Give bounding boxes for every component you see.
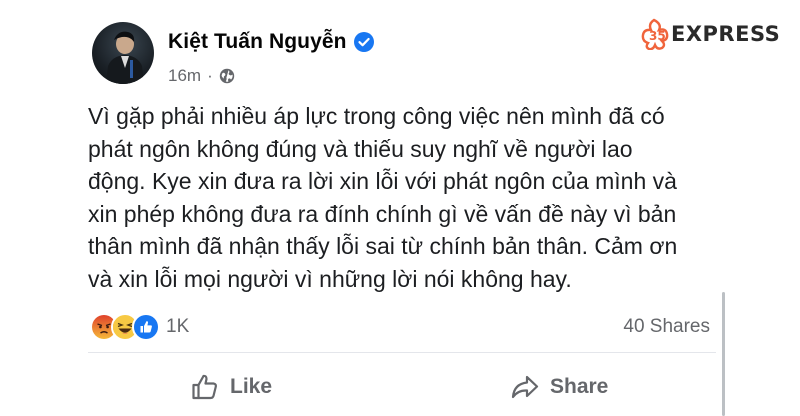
like-label: Like — [230, 375, 273, 398]
avatar[interactable] — [92, 22, 154, 84]
share-label: Share — [550, 375, 609, 398]
watermark-logo: 35 EXPRESS — [640, 18, 780, 50]
post-body-line: phát ngôn không đúng và thiếu suy nghĩ v… — [88, 135, 633, 162]
author-name[interactable]: Kiệt Tuấn Nguyễn — [168, 30, 347, 54]
post-timestamp[interactable]: 16m — [168, 66, 201, 86]
watermark-text: EXPRESS — [671, 22, 781, 46]
facebook-post: Kiệt Tuấn Nguyễn 16m · 35 EXPRESS Vì gặp… — [0, 0, 800, 416]
author-row: Kiệt Tuấn Nguyễn — [168, 30, 374, 54]
express-logo-icon: 35 — [641, 18, 669, 50]
share-arrow-icon — [511, 375, 539, 399]
reaction-summary[interactable]: 1K — [90, 313, 189, 341]
share-count[interactable]: 40 Shares — [623, 316, 710, 338]
svg-text:35: 35 — [649, 29, 666, 43]
globe-icon[interactable] — [219, 68, 235, 84]
like-button[interactable]: Like — [190, 372, 272, 402]
post-body-line: xin phép không đưa ra đính chính gì về v… — [88, 200, 677, 227]
post-body-line: và xin lỗi mọi người vì những lời nói kh… — [88, 265, 572, 292]
verified-badge-icon — [353, 32, 374, 52]
share-button[interactable]: Share — [510, 372, 608, 402]
like-reaction-icon — [132, 313, 160, 341]
post-body-line: động. Kye xin đưa ra lời xin lỗi với phá… — [88, 168, 677, 194]
post-body-line: Vì gặp phải nhiều áp lực trong công việc… — [88, 103, 665, 129]
post-meta: 16m · — [168, 66, 235, 86]
post-body-line: thân mình đã nhận thấy lỗi sai từ chính … — [88, 233, 678, 259]
reaction-count: 1K — [166, 316, 190, 337]
post-body: Vì gặp phải nhiều áp lực trong công việc… — [88, 100, 728, 295]
scrollbar[interactable] — [722, 292, 725, 416]
divider — [88, 352, 716, 353]
thumbs-up-icon — [192, 374, 217, 400]
avatar-photo — [106, 31, 144, 84]
meta-separator: · — [207, 66, 213, 85]
